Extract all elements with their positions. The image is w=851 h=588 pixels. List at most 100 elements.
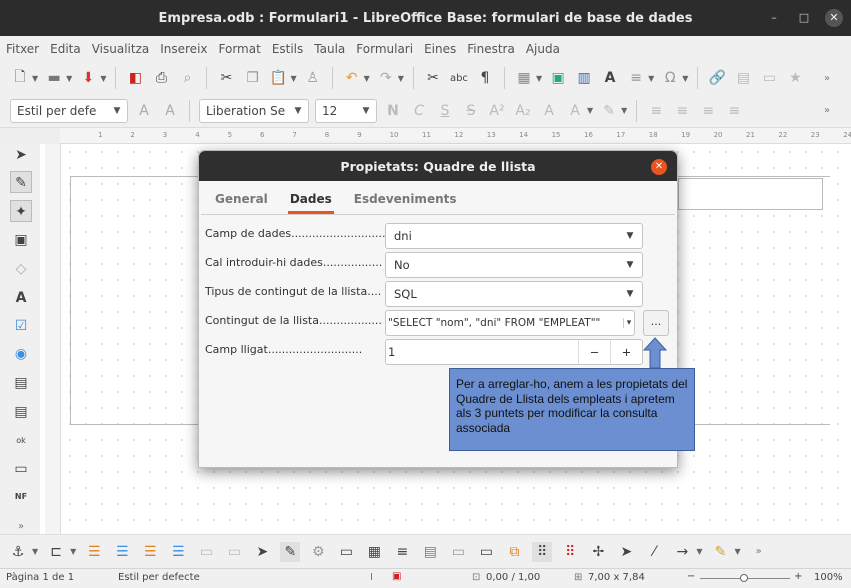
page-count[interactable]: Pàgina 1 de 1 <box>6 572 74 583</box>
chevron-down-icon[interactable]: ▼ <box>290 74 296 83</box>
superscript-icon[interactable]: A² <box>487 101 507 121</box>
spelling-icon[interactable]: abc <box>449 68 469 88</box>
chevron-down-icon[interactable]: ▼ <box>70 547 76 556</box>
menu-eines[interactable]: Eines <box>424 42 456 56</box>
menu-ajuda[interactable]: Ajuda <box>526 42 560 56</box>
vertical-ruler[interactable] <box>45 144 61 534</box>
chevron-down-icon[interactable]: ▼ <box>364 74 370 83</box>
chevron-down-icon[interactable]: ▼ <box>32 74 38 83</box>
menu-visualitza[interactable]: Visualitza <box>92 42 150 56</box>
special-character-icon[interactable]: Ω <box>660 68 680 88</box>
tab-general[interactable]: General <box>213 192 270 214</box>
document-modified-icon[interactable]: ▣ <box>392 571 401 582</box>
list-content-dots-button[interactable]: ... <box>643 310 669 336</box>
chevron-down-icon[interactable]: ▼ <box>536 74 542 83</box>
control-wizards-icon[interactable]: ✦ <box>10 200 32 222</box>
menu-edita[interactable]: Edita <box>50 42 81 56</box>
wrap-off-icon[interactable]: ☰ <box>84 542 104 562</box>
justify-icon[interactable]: ≡ <box>724 101 744 121</box>
list-box-control[interactable] <box>678 178 823 210</box>
bring-to-front-icon[interactable]: ☰ <box>140 542 160 562</box>
menu-estils[interactable]: Estils <box>272 42 303 56</box>
font-name-combo[interactable]: Liberation Se ▼ <box>199 98 309 123</box>
underline-icon[interactable]: S <box>435 101 455 121</box>
align-right-icon[interactable]: ≡ <box>698 101 718 121</box>
chevron-down-icon[interactable]: ▼ <box>66 74 72 83</box>
chevron-down-icon[interactable]: ▼ <box>734 547 740 556</box>
checkbox-icon[interactable]: ☑ <box>10 315 32 337</box>
maximize-icon[interactable]: □ <box>795 9 813 27</box>
more-options-icon[interactable]: » <box>817 101 837 121</box>
clone-formatting-icon[interactable]: ♙ <box>303 68 323 88</box>
chevron-down-icon[interactable]: ▼ <box>618 289 642 299</box>
page-style[interactable]: Estil per defecte <box>118 572 200 583</box>
send-to-back-icon[interactable]: ☰ <box>168 542 188 562</box>
chevron-down-icon[interactable]: ▼ <box>398 74 404 83</box>
menu-insereix[interactable]: Insereix <box>160 42 207 56</box>
horizontal-ruler[interactable]: 1 2 3 4 5 6 7 8 9 10 11 12 13 14 15 16 17 18 19 20 21 22 23 24 <box>60 128 851 144</box>
menu-finestra[interactable]: Finestra <box>467 42 515 56</box>
form-properties-icon[interactable]: ▭ <box>336 542 356 562</box>
tab-dades[interactable]: Dades <box>287 192 334 214</box>
menu-taula[interactable]: Taula <box>314 42 345 56</box>
formatted-field-icon[interactable]: NF <box>10 486 32 508</box>
chevron-down-icon[interactable]: ▼ <box>648 74 654 83</box>
copy-icon[interactable]: ❐ <box>242 68 262 88</box>
align-left-icon[interactable]: ≡ <box>646 101 666 121</box>
position-size-icon[interactable]: ⧉ <box>504 542 524 562</box>
italic-icon[interactable]: C <box>409 101 429 121</box>
input-required-combo[interactable]: No ▼ <box>385 252 643 278</box>
font-size-combo[interactable]: 12 ▼ <box>315 98 377 123</box>
line-icon[interactable]: ⁄ <box>644 542 664 562</box>
combo-box-icon[interactable]: ▤ <box>10 401 32 423</box>
wrap-page-icon[interactable]: ☰ <box>112 542 132 562</box>
group-icon[interactable]: ▭ <box>196 542 216 562</box>
design-mode-icon[interactable]: ✎ <box>10 171 32 193</box>
new-style-icon[interactable]: A <box>160 101 180 121</box>
font-color-icon[interactable]: A <box>565 101 585 121</box>
chevron-down-icon[interactable]: ▼ <box>696 547 702 556</box>
save-icon[interactable]: ⬇ <box>78 68 98 88</box>
pointer-icon[interactable]: ➤ <box>616 542 636 562</box>
export-pdf-icon[interactable]: ◧ <box>125 68 145 88</box>
list-content-input[interactable]: "SELECT "nom", "dni" FROM "EMPLEAT"" ▾ <box>385 310 635 336</box>
display-grid-icon[interactable]: ⠿ <box>532 541 553 562</box>
menu-fitxer[interactable]: Fitxer <box>6 42 39 56</box>
print-preview-icon[interactable]: ⌕ <box>177 68 197 88</box>
paragraph-style-combo[interactable]: Estil per defe ▼ <box>10 98 128 123</box>
align-center-icon[interactable]: ≡ <box>672 101 692 121</box>
push-button-icon[interactable]: ok <box>10 430 32 452</box>
insert-table-icon[interactable]: ▦ <box>514 68 534 88</box>
more-options-icon[interactable]: » <box>749 542 769 562</box>
chevron-down-icon[interactable]: ▼ <box>621 106 627 115</box>
menu-format[interactable]: Format <box>219 42 261 56</box>
track-changes-icon[interactable]: ★ <box>785 68 805 88</box>
list-box-icon[interactable]: ▤ <box>10 372 32 394</box>
new-document-icon[interactable]: 🗋 <box>10 68 30 88</box>
image-button-icon[interactable]: ▭ <box>10 458 32 480</box>
add-field-icon[interactable]: ▤ <box>420 542 440 562</box>
strikethrough-icon[interactable]: S <box>461 101 481 121</box>
chevron-down-icon[interactable]: ▾ <box>623 318 634 328</box>
menu-formulari[interactable]: Formulari <box>356 42 413 56</box>
zoom-out-button[interactable]: − <box>687 571 695 582</box>
snap-to-grid-icon[interactable]: ⠿ <box>560 542 580 562</box>
select-pointer-icon[interactable]: ➤ <box>10 144 32 166</box>
comment-icon[interactable]: ▭ <box>759 68 779 88</box>
chevron-down-icon[interactable]: ▼ <box>100 74 106 83</box>
option-button-icon[interactable]: ◉ <box>10 343 32 365</box>
design-mode-icon[interactable]: ✎ <box>280 541 301 562</box>
insert-field-icon[interactable]: ≡ <box>626 68 646 88</box>
anchor-icon[interactable]: ⚓ <box>8 542 28 562</box>
curve-icon[interactable]: ✎ <box>710 542 730 562</box>
update-style-icon[interactable]: A <box>134 101 154 121</box>
form-navigator-icon[interactable]: ▦ <box>364 542 384 562</box>
chevron-down-icon[interactable]: ▼ <box>618 231 642 241</box>
insert-image-icon[interactable]: ▣ <box>548 68 568 88</box>
chevron-down-icon[interactable]: ▼ <box>107 106 127 116</box>
dialog-close-icon[interactable]: ✕ <box>651 159 667 175</box>
redo-icon[interactable]: ↷ <box>376 68 396 88</box>
footnote-icon[interactable]: ▤ <box>733 68 753 88</box>
open-folder-icon[interactable]: ▬ <box>44 68 64 88</box>
ungroup-icon[interactable]: ▭ <box>224 542 244 562</box>
